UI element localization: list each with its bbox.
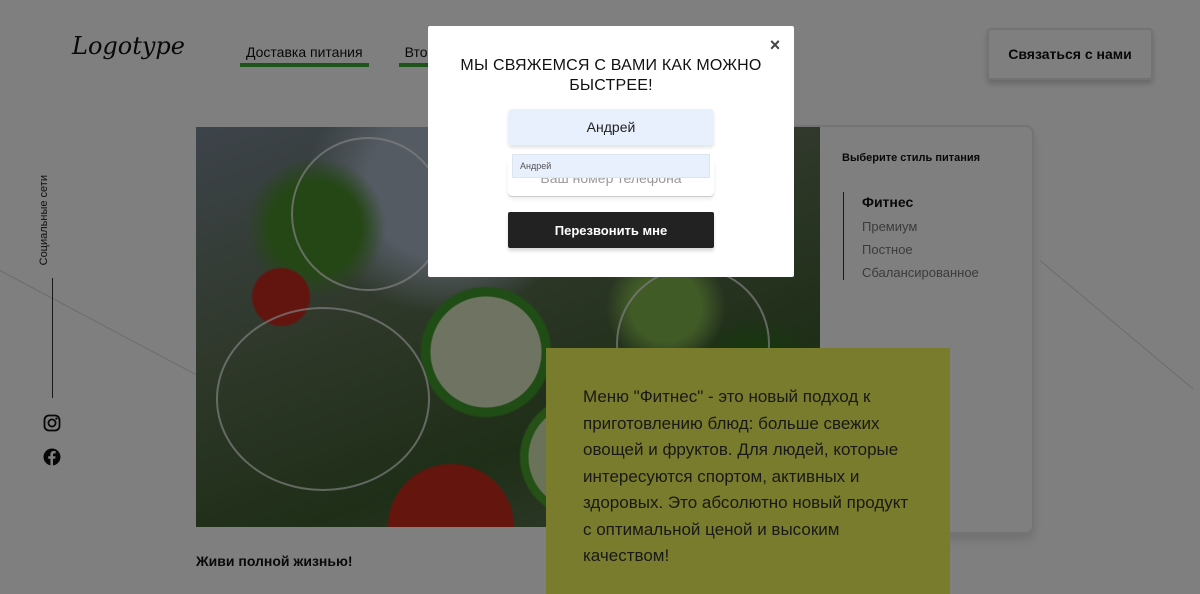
callback-modal: × МЫ СВЯЖЕМСЯ С ВАМИ КАК МОЖНО БЫСТРЕЕ! … — [428, 26, 794, 277]
close-icon[interactable]: × — [764, 34, 786, 56]
callback-button[interactable]: Перезвонить мне — [508, 212, 714, 248]
autofill-suggestion[interactable]: Андрей — [512, 154, 710, 178]
modal-title: МЫ СВЯЖЕМСЯ С ВАМИ КАК МОЖНО БЫСТРЕЕ! — [460, 57, 762, 94]
name-input[interactable] — [508, 109, 714, 145]
